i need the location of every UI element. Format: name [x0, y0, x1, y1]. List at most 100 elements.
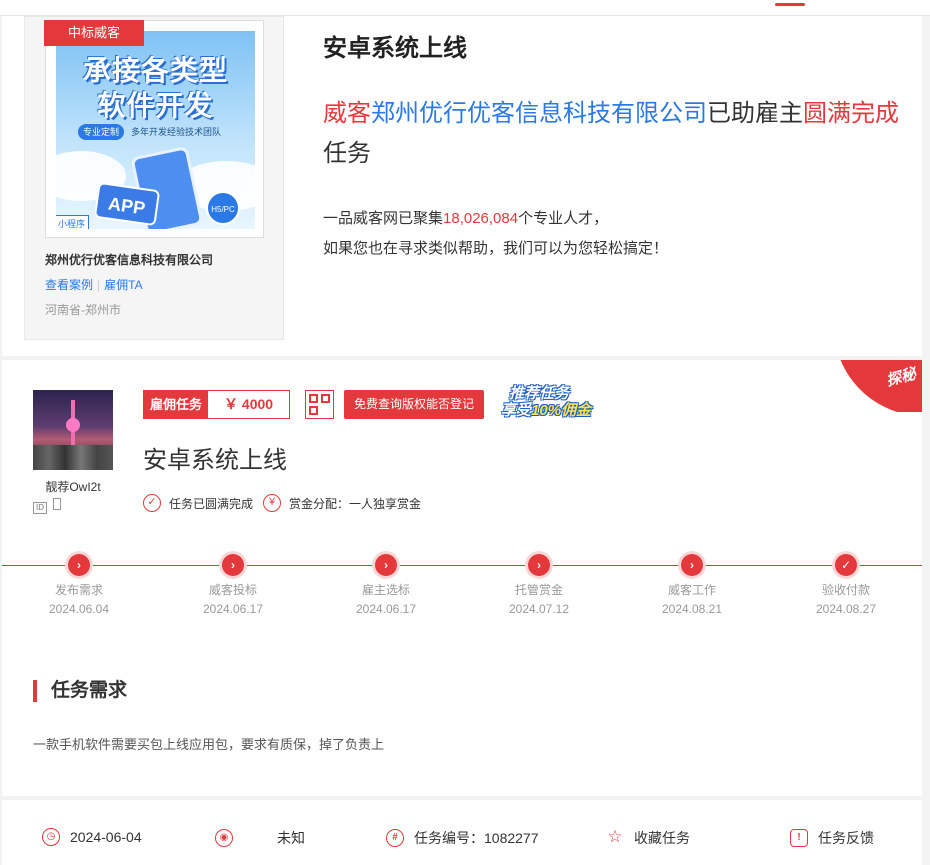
- employer-name[interactable]: 靓荐OwI2t: [33, 478, 113, 495]
- avatar-city: [33, 445, 113, 470]
- mini-program-label: 小程序: [56, 215, 90, 229]
- check-icon: ✓: [835, 554, 857, 576]
- winner-company-name[interactable]: 郑州优行优客信息科技有限公司: [45, 251, 213, 268]
- qr-corner: [321, 394, 330, 403]
- top-nav-bar: [0, 0, 930, 16]
- h5-pc-label: H5/PC: [206, 191, 240, 225]
- task-number: # 任务编号：1082277: [386, 828, 539, 848]
- headline-part: 圆满完成: [803, 100, 899, 127]
- step-name: 雇主选标: [361, 583, 410, 597]
- headline-part: 威客: [323, 100, 371, 127]
- timeline-step: › 威客工作 2024.08.21: [647, 553, 737, 616]
- status-done-text: 任务已圆满完成: [169, 496, 254, 511]
- active-nav-indicator: [775, 3, 805, 6]
- task-location: ◉ 未知: [215, 828, 305, 848]
- promo-line-2: 享受10%佣金: [501, 399, 591, 420]
- app-label: APP: [93, 181, 161, 227]
- task-name: 安卓系统上线: [143, 447, 287, 474]
- qr-corner: [309, 406, 318, 415]
- ad-tag: 专业定制: [78, 124, 125, 140]
- recommend-task-banner[interactable]: 推荐任务 享受10%佣金: [499, 382, 617, 420]
- explore-corner-badge[interactable]: 探秘: [834, 360, 922, 412]
- yen-circle-icon: ¥: [263, 494, 282, 512]
- step-date: 2024.08.21: [661, 602, 723, 616]
- stats-suffix: 个专业人才，: [518, 210, 609, 227]
- publish-date: ◷ 2024-06-04: [42, 828, 142, 846]
- ad-headline-1: 承接各类型: [82, 55, 228, 86]
- reward-split-text: 赏金分配：一人独享赏金: [289, 496, 422, 511]
- id-card-icon: ID: [33, 502, 47, 514]
- price-label: 雇佣任务: [144, 391, 209, 418]
- view-cases-link[interactable]: 查看案例: [45, 278, 93, 292]
- headline-part: 任务: [323, 140, 371, 167]
- progress-timeline: › 发布需求 2024.06.04 › 威客投标 2024.06.17 › 雇主选标 202…: [2, 553, 922, 623]
- status-done: ✓ 任务已圆满完成: [143, 494, 253, 512]
- chevron-right-icon: ›: [681, 554, 703, 576]
- chevron-right-icon: ›: [68, 554, 90, 576]
- location-pin-icon: ◉: [215, 829, 233, 847]
- ad-headline-2: 软件开发: [97, 90, 214, 121]
- ad-image: 承接各类型 软件开发 专业定制 多年开发经验技术团队 APP H5/PC 小程序: [56, 31, 255, 229]
- timeline-step: › 发布需求 2024.06.04: [34, 553, 124, 616]
- task-detail-panel: 靓荐OwI2t ID 雇佣任务 ￥ 4000 免费查询版权能否登记 推荐任务 享…: [2, 360, 922, 796]
- headline-company-link[interactable]: 郑州优行优客信息科技有限公司: [371, 100, 707, 127]
- chevron-right-icon: ›: [528, 554, 550, 576]
- stats-count: 18,026,084: [443, 210, 519, 227]
- step-name: 威客工作: [667, 583, 716, 597]
- page: 承接各类型 软件开发 专业定制 多年开发经验技术团队 APP H5/PC 小程序…: [0, 0, 930, 865]
- check-circle-icon: ✓: [143, 494, 161, 512]
- task-feedback-button[interactable]: ! 任务反馈: [790, 828, 874, 848]
- shield-alert-icon: !: [790, 829, 808, 847]
- link-separator: |: [97, 278, 101, 292]
- chevron-right-icon: ›: [375, 554, 397, 576]
- winner-badge: 中标威客: [44, 20, 144, 46]
- qr-code-icon[interactable]: [305, 390, 334, 419]
- headline-part: 已助雇主: [707, 100, 803, 127]
- step-name: 验收付款: [821, 583, 870, 597]
- step-date: 2024.06.17: [202, 602, 264, 616]
- favorite-task-button[interactable]: ☆ 收藏任务: [606, 828, 690, 848]
- timeline-step: › 托管赏金 2024.07.12: [494, 553, 584, 616]
- task-info-bar: ◷ 2024-06-04 ◉ 未知 # 任务编号：1082277 ☆ 收藏任务 ! 任务反…: [2, 800, 922, 865]
- requirement-text: 一款手机软件需要买包上线应用包，要求有质保，掉了负责上: [33, 737, 385, 752]
- winner-thumbnail[interactable]: 承接各类型 软件开发 专业定制 多年开发经验技术团队 APP H5/PC 小程序: [45, 20, 264, 238]
- publish-date-text: 2024-06-04: [70, 829, 142, 845]
- summary-stats: 一品威客网已聚集18,026,084个专业人才， 如果您也在寻求类似帮助，我们可…: [323, 204, 668, 264]
- hire-link[interactable]: 雇佣TA: [104, 278, 142, 292]
- employer-avatar[interactable]: [33, 390, 113, 470]
- avatar-tower-ball: [66, 418, 80, 432]
- stats-prefix: 一品威客网已聚集: [323, 210, 444, 227]
- step-name: 发布需求: [54, 583, 103, 597]
- timeline-step: › 威客投标 2024.06.17: [188, 553, 278, 616]
- chevron-right-icon: ›: [222, 554, 244, 576]
- step-name: 托管赏金: [514, 583, 563, 597]
- promo-line-2b: 10%佣金: [531, 402, 592, 419]
- step-name: 威客投标: [208, 583, 257, 597]
- favorite-text: 收藏任务: [634, 830, 690, 846]
- hash-icon: #: [386, 829, 404, 847]
- price-amount: ￥ 4000: [224, 396, 274, 412]
- winner-card: 承接各类型 软件开发 专业定制 多年开发经验技术团队 APP H5/PC 小程序…: [24, 16, 284, 340]
- price-box: 雇佣任务 ￥ 4000: [143, 390, 291, 419]
- feedback-text: 任务反馈: [818, 830, 874, 846]
- phone-icon: [53, 498, 61, 510]
- qr-corner: [309, 394, 318, 403]
- winner-summary-panel: 承接各类型 软件开发 专业定制 多年开发经验技术团队 APP H5/PC 小程序…: [2, 16, 922, 356]
- timeline-line: [2, 565, 922, 566]
- timeline-step: › 雇主选标 2024.06.17: [341, 553, 431, 616]
- stats-line-1: 一品威客网已聚集18,026,084个专业人才，: [323, 204, 668, 234]
- timeline-step: ✓ 验收付款 2024.08.27: [801, 553, 891, 616]
- summary-title: 安卓系统上线: [323, 35, 467, 62]
- location-text: 未知: [277, 830, 305, 846]
- step-date: 2024.06.17: [355, 602, 417, 616]
- step-date: 2024.08.27: [815, 602, 877, 616]
- copyright-check-button[interactable]: 免费查询版权能否登记: [344, 390, 485, 419]
- step-date: 2024.06.04: [48, 602, 110, 616]
- star-icon: ☆: [607, 827, 623, 846]
- clock-icon: ◷: [42, 828, 60, 846]
- summary-headline: 威客郑州优行优客信息科技有限公司已助雇主圆满完成任务: [323, 94, 903, 174]
- employer-verify-icons: ID: [33, 498, 67, 514]
- winner-region: 河南省-郑州市: [45, 303, 121, 317]
- requirement-heading: 任务需求: [33, 680, 127, 702]
- task-status-row: ✓ 任务已圆满完成 ¥ 赏金分配：一人独享赏金: [143, 494, 431, 512]
